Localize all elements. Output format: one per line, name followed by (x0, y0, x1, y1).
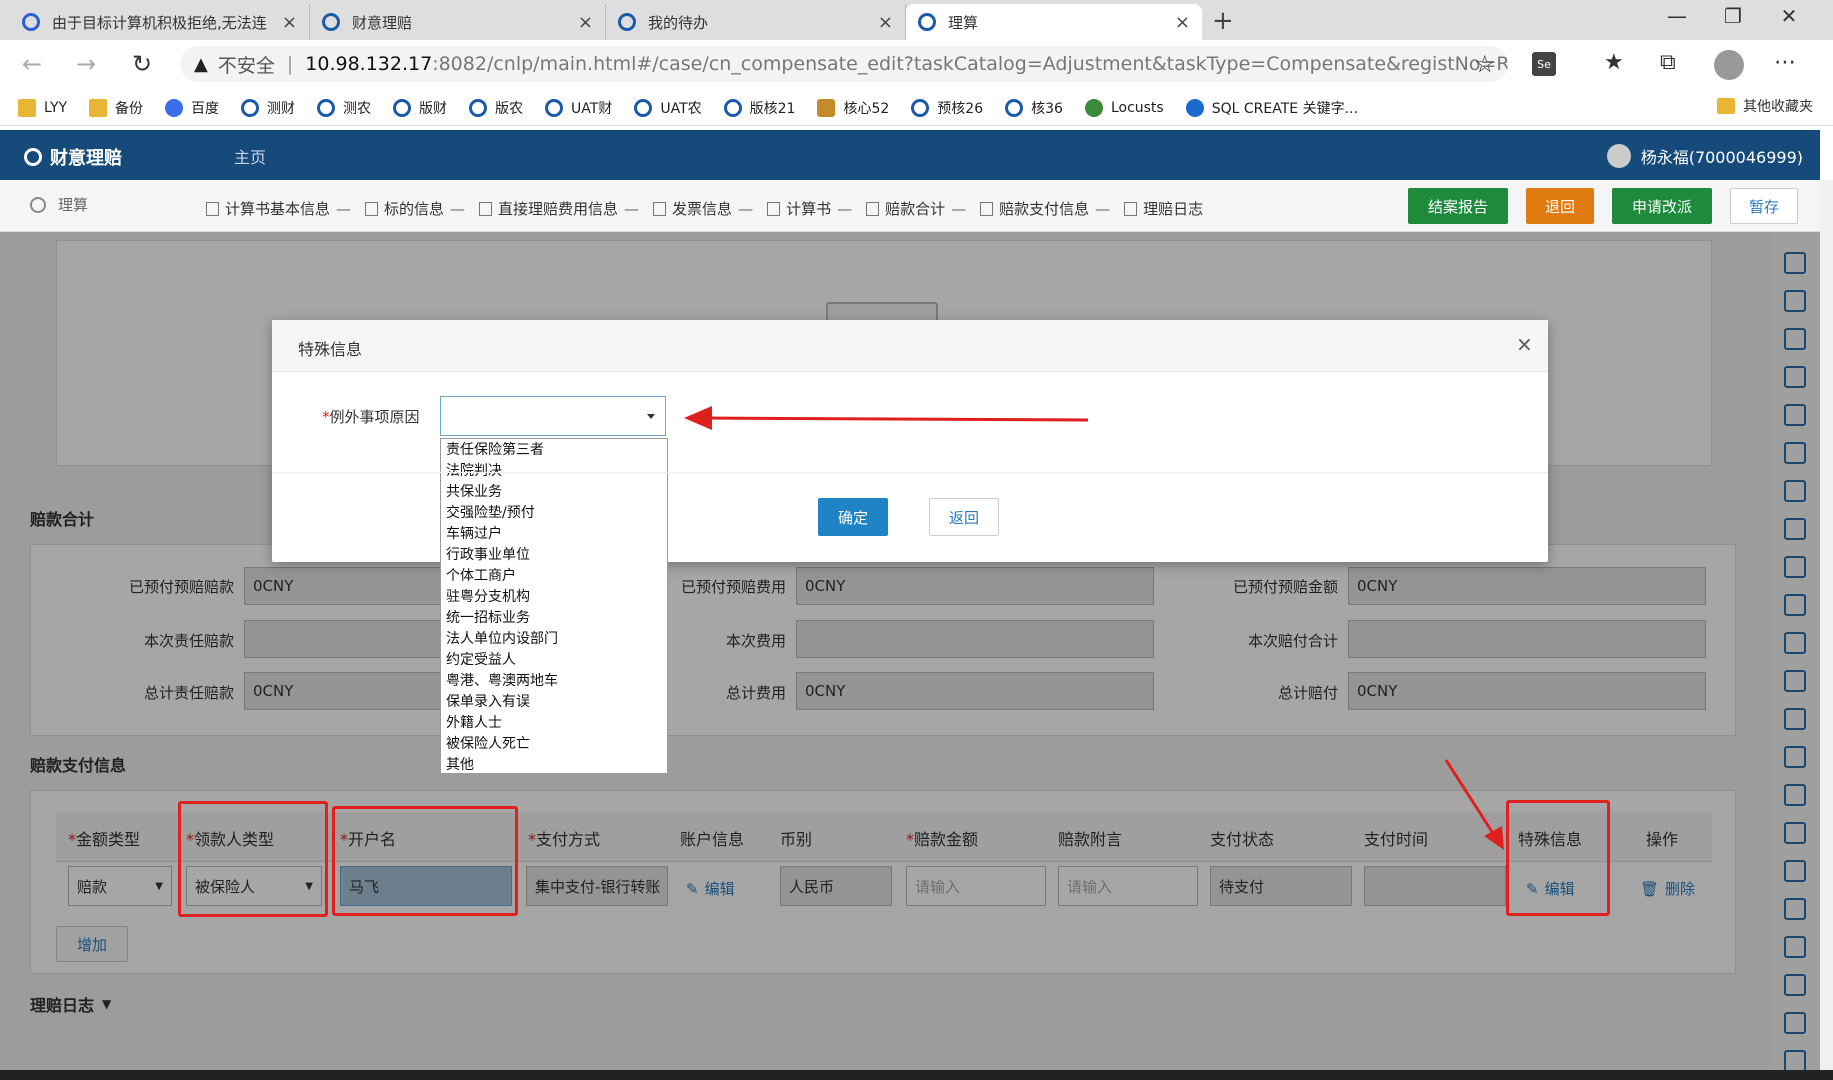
annotation-layer (684, 406, 1504, 850)
arrow-to-select (684, 406, 1089, 430)
highlight-special-info (1506, 800, 1610, 916)
arrow-to-special-info (1444, 759, 1504, 850)
highlight-account-name (332, 806, 518, 916)
highlight-payee-type (178, 801, 328, 917)
